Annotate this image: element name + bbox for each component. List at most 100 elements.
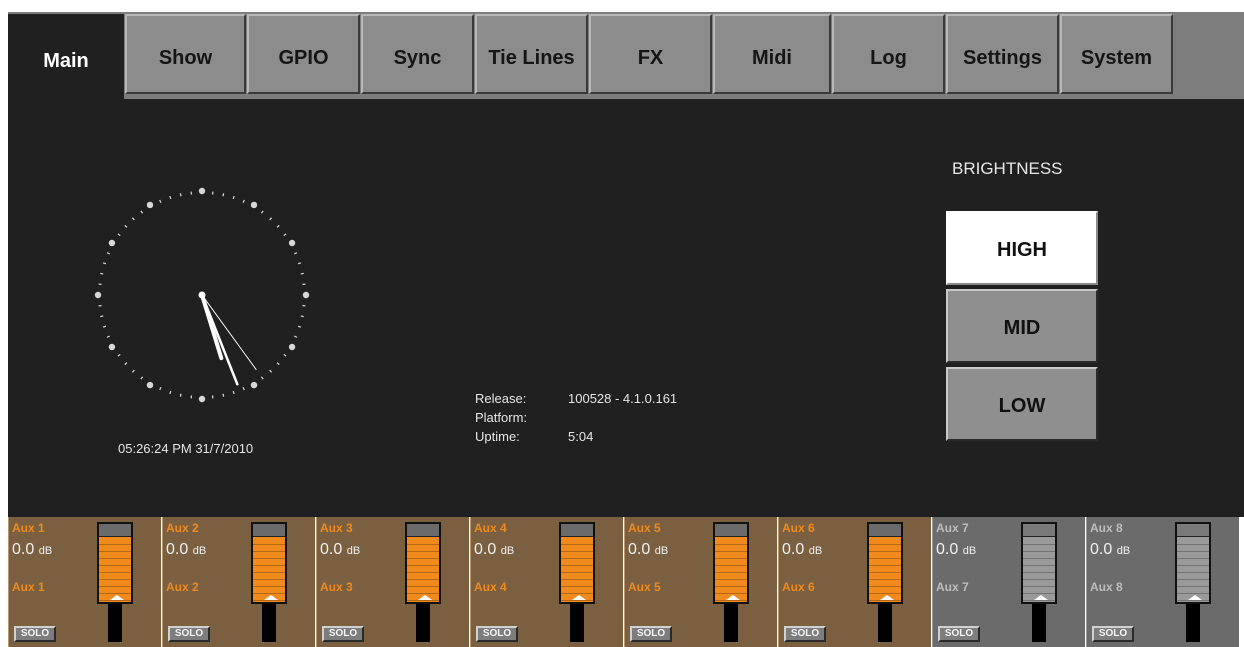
solo-button[interactable]: SOLO (630, 626, 672, 642)
aux-strip: Aux 7 0.0 dB Aux 7 SOLO (932, 517, 1085, 647)
strip-name: Aux 6 (782, 521, 815, 535)
clock-minute-tick (297, 262, 302, 265)
clock-minute-tick (179, 393, 182, 397)
solo-button[interactable]: SOLO (322, 626, 364, 642)
tab-tie-lines[interactable]: Tie Lines (475, 14, 588, 94)
solo-button[interactable]: SOLO (1092, 626, 1134, 642)
level-value: 0.0 (166, 541, 189, 558)
tab-fx[interactable]: FX (589, 14, 712, 94)
clock-minute-tick (117, 233, 121, 237)
strip-name: Aux 3 (320, 521, 353, 535)
tab-log[interactable]: Log (832, 14, 945, 94)
fader-handle-icon (110, 595, 124, 600)
clock-hour-marker (146, 201, 154, 209)
fader-track (878, 604, 892, 642)
brightness-mid-button[interactable]: MID (946, 289, 1098, 363)
tab-label: Sync (393, 47, 442, 69)
level-unit: dB (346, 545, 361, 557)
clock-hour-marker (250, 381, 258, 389)
strip-subname: Aux 5 (628, 580, 661, 594)
strip-subname: Aux 8 (1090, 580, 1123, 594)
strip-subname: Aux 1 (12, 580, 45, 594)
strip-subname: Aux 4 (474, 580, 507, 594)
clock-minute-tick (100, 315, 104, 318)
tab-sync[interactable]: Sync (361, 14, 474, 94)
main-panel: 05:26:24 PM 31/7/2010 Release: 100528 - … (8, 99, 1244, 517)
tab-system[interactable]: System (1060, 14, 1173, 94)
fader[interactable] (251, 522, 287, 604)
fader[interactable] (559, 522, 595, 604)
clock-minute-tick (300, 272, 304, 275)
brightness-low-button[interactable]: LOW (946, 367, 1098, 441)
clock-minute-tick (276, 362, 280, 366)
clock-minute-tick (169, 390, 172, 395)
fader[interactable] (405, 522, 441, 604)
clock-hour-marker (94, 291, 102, 299)
tab-show[interactable]: Show (125, 14, 246, 94)
fader[interactable] (713, 522, 749, 604)
solo-button[interactable]: SOLO (14, 626, 56, 642)
fader[interactable] (867, 522, 903, 604)
uptime-label: Uptime: (475, 429, 520, 444)
tab-label: Log (870, 47, 907, 69)
level-unit: dB (1116, 545, 1131, 557)
clock-hour-marker (198, 395, 206, 403)
clock-minute-tick (140, 210, 144, 214)
fader-handle-icon (726, 595, 740, 600)
fader[interactable] (1021, 522, 1057, 604)
strip-subname: Aux 2 (166, 580, 199, 594)
clock-minute-tick (131, 217, 135, 221)
solo-button[interactable]: SOLO (168, 626, 210, 642)
solo-button[interactable]: SOLO (938, 626, 980, 642)
clock-minute-tick (294, 252, 298, 255)
strip-level: 0.0 dB (474, 541, 514, 559)
fader-track (416, 604, 430, 642)
strip-name: Aux 1 (12, 521, 45, 535)
level-value: 0.0 (320, 541, 343, 558)
uptime-value: 5:04 (568, 429, 594, 444)
clock-minute-tick (269, 369, 273, 373)
aux-strip: Aux 8 0.0 dB Aux 8 SOLO (1086, 517, 1239, 647)
level-unit: dB (192, 545, 207, 557)
clock-minute-tick (260, 376, 264, 380)
strip-name: Aux 5 (628, 521, 661, 535)
clock-second-hand (201, 294, 257, 370)
aux-strip: Aux 4 0.0 dB Aux 4 SOLO (470, 517, 623, 647)
tab-midi[interactable]: Midi (713, 14, 831, 94)
level-unit: dB (654, 545, 669, 557)
strip-level: 0.0 dB (320, 541, 360, 559)
solo-button[interactable]: SOLO (784, 626, 826, 642)
solo-button[interactable]: SOLO (476, 626, 518, 642)
tab-label: Main (43, 50, 89, 72)
clock-minute-hand (200, 293, 239, 386)
fader[interactable] (1175, 522, 1211, 604)
clock-minute-tick (242, 387, 245, 391)
clock-minute-tick (117, 353, 121, 357)
clock-hour-marker (288, 343, 296, 351)
release-value: 100528 - 4.1.0.161 (568, 391, 678, 406)
tab-bar: Main Show GPIO Sync Tie Lines FX Midi Lo… (8, 12, 1244, 99)
clock-minute-tick (300, 315, 304, 318)
clock-minute-tick (242, 199, 245, 203)
brightness-high-button[interactable]: HIGH (946, 211, 1098, 285)
aux-strip: Aux 1 0.0 dB Aux 1 SOLO (8, 517, 161, 647)
strip-name: Aux 8 (1090, 521, 1123, 535)
tab-label: GPIO (278, 47, 329, 69)
clock-minute-tick (294, 335, 298, 338)
strip-level: 0.0 dB (936, 541, 976, 559)
clock-hour-marker (108, 343, 116, 351)
level-unit: dB (500, 545, 515, 557)
tab-main[interactable]: Main (8, 14, 124, 99)
fader-track (108, 604, 122, 642)
clock-hour-marker (288, 239, 296, 247)
strip-level: 0.0 dB (782, 541, 822, 559)
release-label: Release: (475, 391, 527, 406)
aux-strip: Aux 2 0.0 dB Aux 2 SOLO (162, 517, 315, 647)
strip-name: Aux 7 (936, 521, 969, 535)
fader[interactable] (97, 522, 133, 604)
fader-handle-icon (880, 595, 894, 600)
tab-settings[interactable]: Settings (946, 14, 1059, 94)
fader-track (1186, 604, 1200, 642)
tab-gpio[interactable]: GPIO (247, 14, 360, 94)
level-unit: dB (962, 545, 977, 557)
